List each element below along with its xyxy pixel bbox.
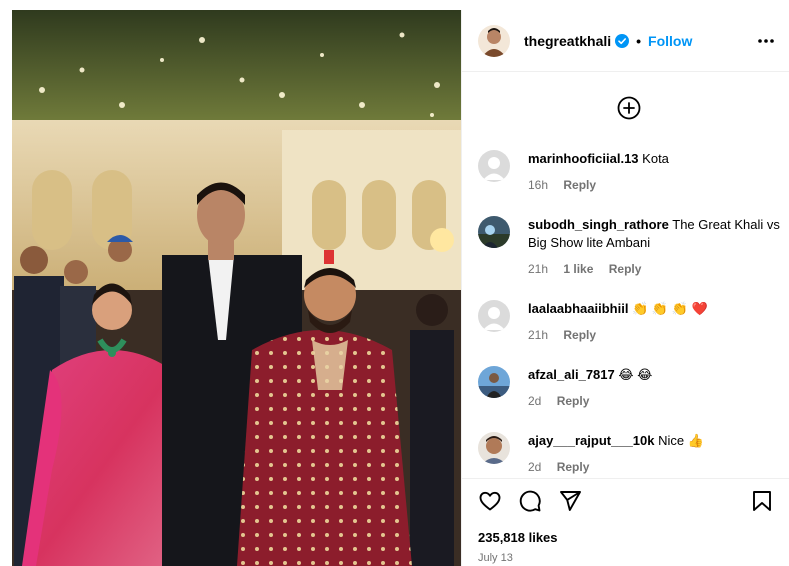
header-separator: • <box>636 32 642 49</box>
commenter-avatar[interactable] <box>478 150 510 182</box>
post-side-panel: thegreatkhali • Follow marinhooficiial.1… <box>461 10 789 566</box>
post-action-bar <box>462 478 789 518</box>
paper-plane-icon[interactable] <box>558 489 582 513</box>
post-photo-illustration <box>12 10 461 566</box>
reply-button[interactable]: Reply <box>557 394 590 408</box>
reply-button[interactable]: Reply <box>563 328 596 342</box>
comment-bubble-icon[interactable] <box>518 489 542 513</box>
plus-circle-icon[interactable] <box>617 96 641 120</box>
comment-time[interactable]: 16h <box>528 178 548 192</box>
comment-text: 😂 😂 <box>618 367 653 382</box>
commenter-username[interactable]: afzal_ali_7817 <box>528 367 615 382</box>
heart-icon[interactable] <box>478 489 502 513</box>
comment-meta: 21h Reply <box>528 326 780 344</box>
post-date[interactable]: July 13 <box>478 552 513 564</box>
commenter-avatar[interactable] <box>478 216 510 248</box>
comment-body: ajay___rajput___10k Nice 👍 2d Reply <box>528 432 780 476</box>
commenter-username[interactable]: ajay___rajput___10k <box>528 433 654 448</box>
comment-time[interactable]: 21h <box>528 328 548 342</box>
commenter-username[interactable]: laalaabhaaiibhiil <box>528 301 628 316</box>
comment-body: laalaabhaaiibhiil 👏 👏 👏 ❤️ 21h Reply <box>528 300 780 344</box>
post-photo[interactable] <box>12 10 461 566</box>
commenter-avatar[interactable] <box>478 300 510 332</box>
comment-meta: 2d Reply <box>528 392 780 410</box>
comment-body: marinhooficiial.13 Kota 16h Reply <box>528 150 780 194</box>
more-options-icon[interactable] <box>757 32 775 50</box>
commenter-username[interactable]: subodh_singh_rathore <box>528 217 669 232</box>
comment-meta: 2d Reply <box>528 458 780 476</box>
author-username[interactable]: thegreatkhali <box>524 33 611 49</box>
comment-time[interactable]: 2d <box>528 394 541 408</box>
comment-likes[interactable]: 1 like <box>563 262 593 276</box>
commenter-avatar[interactable] <box>478 366 510 398</box>
follow-button[interactable]: Follow <box>648 33 692 49</box>
post-header: thegreatkhali • Follow <box>462 10 789 72</box>
comment-time[interactable]: 21h <box>528 262 548 276</box>
commenter-avatar[interactable] <box>478 432 510 464</box>
commenter-username[interactable]: marinhooficiial.13 <box>528 151 639 166</box>
reply-button[interactable]: Reply <box>563 178 596 192</box>
verified-badge-icon <box>615 33 630 48</box>
reply-button[interactable]: Reply <box>557 460 590 474</box>
comment-text: 👏 👏 👏 ❤️ <box>632 301 708 316</box>
bookmark-icon[interactable] <box>750 489 774 513</box>
comment-time[interactable]: 2d <box>528 460 541 474</box>
comment-text: Nice 👍 <box>658 433 704 448</box>
comment-meta: 16h Reply <box>528 176 780 194</box>
comment-meta: 21h 1 like Reply <box>528 260 780 278</box>
comment-body: afzal_ali_7817 😂 😂 2d Reply <box>528 366 780 410</box>
instagram-post: thegreatkhali • Follow marinhooficiial.1… <box>12 10 789 566</box>
comment-body: subodh_singh_rathore The Great Khali vs … <box>528 216 780 278</box>
likes-count[interactable]: 235,818 likes <box>478 530 558 545</box>
reply-button[interactable]: Reply <box>609 262 642 276</box>
comment-text: Kota <box>642 151 669 166</box>
author-avatar[interactable] <box>478 24 510 57</box>
